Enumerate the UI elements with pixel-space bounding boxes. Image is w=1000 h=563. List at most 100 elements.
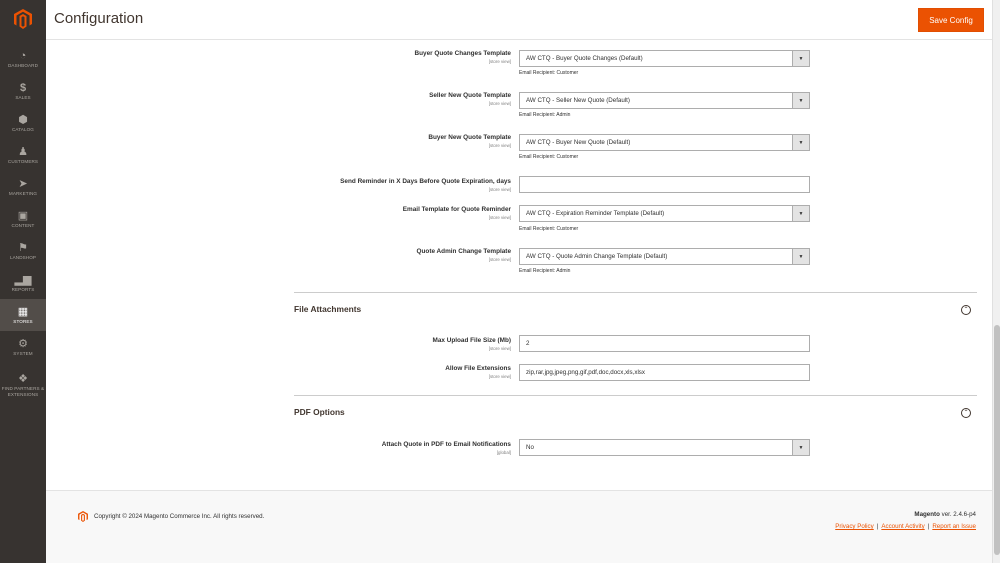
nav-label: LANDSHOP [9, 255, 37, 260]
magento-logo-icon [14, 9, 32, 29]
nav-label: CONTENT [11, 223, 35, 228]
field-scope: [store view] [488, 187, 511, 192]
separator: | [876, 523, 879, 530]
copyright-text: Copyright © 2024 Magento Commerce Inc. A… [94, 513, 265, 520]
field-label: Email Template for Quote Reminder [402, 206, 511, 213]
copyright: Copyright © 2024 Magento Commerce Inc. A… [78, 511, 264, 522]
boxes-icon: ❖ [18, 372, 28, 385]
attach-quote-pdf-select[interactable]: No ▼ [519, 439, 810, 456]
magento-logo[interactable] [0, 0, 46, 38]
megaphone-icon: ➤ [18, 177, 28, 190]
field-label: Attach Quote in PDF to Email Notificatio… [381, 441, 511, 448]
select-value: AW CTQ - Expiration Reminder Template (D… [526, 210, 665, 217]
select-value: AW CTQ - Buyer New Quote (Default) [526, 139, 631, 146]
brand-name: Magento [914, 511, 940, 518]
field-label: Buyer New Quote Template [428, 134, 511, 141]
save-config-button[interactable]: Save Config [918, 8, 984, 32]
field-label: Send Reminder in X Days Before Quote Exp… [340, 178, 511, 185]
version-text: ver. 2.4.6-p4 [941, 511, 976, 518]
field-note: Email Recipient: Admin [519, 112, 571, 118]
store-icon: ▦ [17, 305, 29, 318]
max-upload-file-size-input[interactable]: 2 [519, 335, 810, 352]
nav-catalog[interactable]: ⬢ CATALOG [0, 107, 46, 139]
input-value: zip,rar,jpg,jpeg,png,gif,pdf,doc,docx,xl… [526, 369, 645, 376]
nav-label: STORES [13, 319, 33, 324]
separator: | [927, 523, 930, 530]
field-scope: [store view] [488, 215, 511, 220]
quote-reminder-template-select[interactable]: AW CTQ - Expiration Reminder Template (D… [519, 205, 810, 222]
config-content: Buyer Quote Changes Template [store view… [46, 40, 992, 490]
cube-icon: ⬢ [18, 113, 28, 126]
dollar-icon: $ [19, 81, 27, 94]
field-note: Email Recipient: Customer [519, 226, 579, 232]
field-label: Allow File Extensions [445, 365, 511, 372]
magento-logo-icon [78, 511, 88, 522]
buyer-quote-changes-template-select[interactable]: AW CTQ - Buyer Quote Changes (Default) ▼ [519, 50, 810, 67]
nav-label: MARKETING [8, 191, 38, 196]
nav-system[interactable]: ⚙ SYSTEM [0, 331, 46, 363]
send-reminder-days-input[interactable] [519, 176, 810, 193]
field-label: Buyer Quote Changes Template [414, 50, 511, 57]
page-footer: Copyright © 2024 Magento Commerce Inc. A… [46, 490, 992, 563]
field-scope: [store view] [488, 346, 511, 351]
seller-new-quote-template-select[interactable]: AW CTQ - Seller New Quote (Default) ▼ [519, 92, 810, 109]
chevron-down-icon: ▼ [792, 206, 809, 221]
collapse-icon[interactable]: ⌃ [961, 408, 971, 418]
field-scope: [store view] [488, 257, 511, 262]
section-title: File Attachments [294, 304, 362, 314]
account-activity-link[interactable]: Account Activity [881, 523, 924, 530]
select-value: AW CTQ - Quote Admin Change Template (De… [526, 253, 668, 260]
nav-sales[interactable]: $ SALES [0, 75, 46, 107]
select-value: AW CTQ - Seller New Quote (Default) [526, 97, 630, 104]
person-icon: ♟ [18, 145, 28, 158]
field-note: Email Recipient: Admin [519, 268, 571, 274]
field-label: Max Upload File Size (Mb) [432, 337, 511, 344]
nav-stores[interactable]: ▦ STORES [0, 299, 46, 331]
nav-dashboard[interactable]: ◔ DASHBOARD [0, 43, 46, 75]
content-icon: ▣ [17, 209, 29, 222]
magento-version: Magento ver. 2.4.6-p4 [914, 511, 976, 518]
nav-find-partners[interactable]: ❖ FIND PARTNERS & EXTENSIONS [0, 363, 46, 407]
dashboard-icon: ◔ [19, 49, 27, 62]
section-file-attachments[interactable]: File Attachments ⌃ [294, 292, 977, 324]
page-title: Configuration [54, 10, 144, 27]
chevron-down-icon: ▼ [792, 249, 809, 264]
collapse-icon[interactable]: ⌃ [961, 305, 971, 315]
scrollbar-thumb[interactable] [994, 325, 1000, 555]
field-scope: [global] [496, 450, 511, 455]
section-title: PDF Options [294, 407, 345, 417]
privacy-policy-link[interactable]: Privacy Policy [835, 523, 874, 530]
nav-label: SALES [15, 95, 31, 100]
allow-file-extensions-input[interactable]: zip,rar,jpg,jpeg,png,gif,pdf,doc,docx,xl… [519, 364, 810, 381]
quote-admin-change-template-select[interactable]: AW CTQ - Quote Admin Change Template (De… [519, 248, 810, 265]
nav-label: SYSTEM [13, 351, 33, 356]
field-scope: [store view] [488, 59, 511, 64]
field-label: Seller New Quote Template [429, 92, 511, 99]
admin-sidebar: ◔ DASHBOARD $ SALES ⬢ CATALOG ♟ CUSTOMER… [0, 0, 46, 563]
flag-icon: ⚑ [18, 241, 28, 254]
nav-label: CATALOG [12, 127, 34, 132]
nav-label: FIND PARTNERS & EXTENSIONS [1, 386, 45, 397]
chevron-down-icon: ▼ [792, 51, 809, 66]
section-pdf-options[interactable]: PDF Options ⌃ [294, 395, 977, 427]
chevron-down-icon: ▼ [792, 440, 809, 455]
nav-customers[interactable]: ♟ CUSTOMERS [0, 139, 46, 171]
nav-label: CUSTOMERS [7, 159, 39, 164]
field-note: Email Recipient: Customer [519, 70, 579, 76]
gear-icon: ⚙ [18, 337, 28, 350]
chevron-down-icon: ▼ [792, 135, 809, 150]
page-scrollbar[interactable] [992, 0, 1000, 563]
footer-links: Privacy Policy | Account Activity | Report a… [835, 523, 976, 530]
nav-marketing[interactable]: ➤ MARKETING [0, 171, 46, 203]
buyer-new-quote-template-select[interactable]: AW CTQ - Buyer New Quote (Default) ▼ [519, 134, 810, 151]
chevron-down-icon: ▼ [792, 93, 809, 108]
nav-landshop[interactable]: ⚑ LANDSHOP [0, 235, 46, 267]
nav-label: DASHBOARD [8, 63, 38, 68]
nav-content[interactable]: ▣ CONTENT [0, 203, 46, 235]
field-scope: [store view] [488, 143, 511, 148]
report-issue-link[interactable]: Report an Issue [932, 523, 976, 530]
field-scope: [store view] [488, 101, 511, 106]
field-label: Quote Admin Change Template [416, 248, 511, 255]
nav-reports[interactable]: ▂▆ REPORTS [0, 267, 46, 299]
field-scope: [store view] [488, 374, 511, 379]
